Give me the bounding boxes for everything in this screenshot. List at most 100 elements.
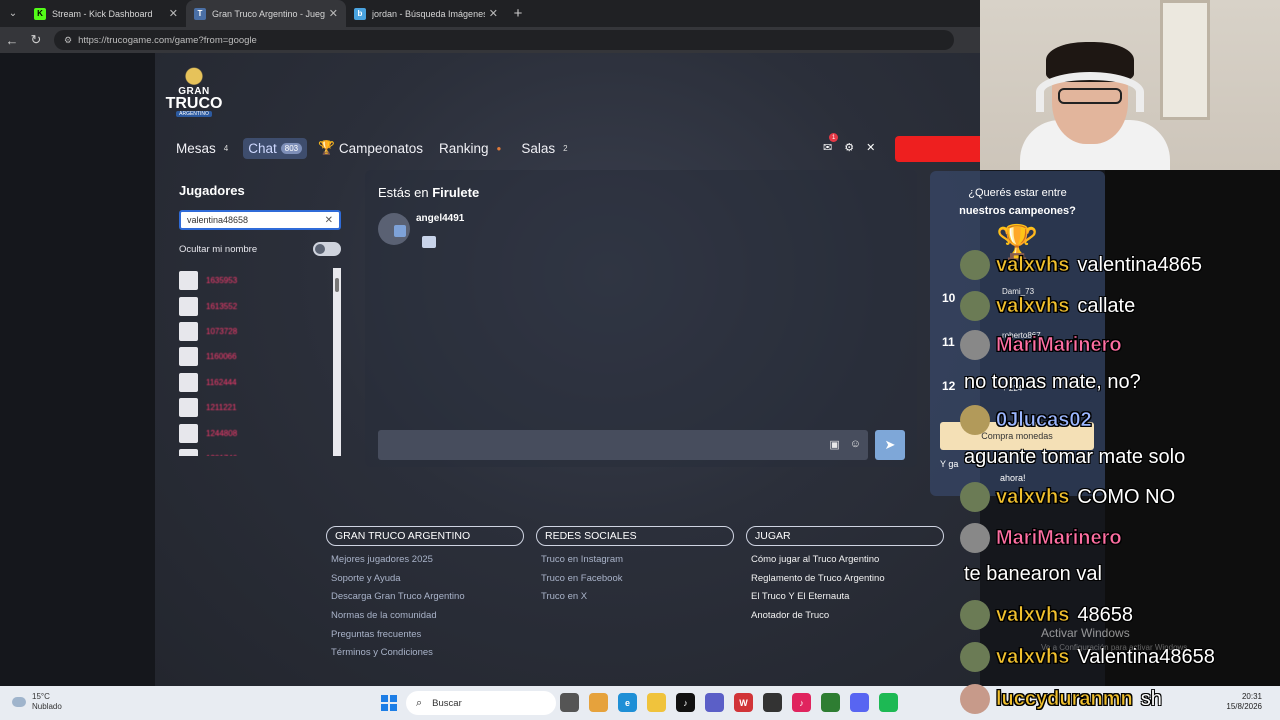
stream-chat-line: valxvhs COMO NO [960, 482, 1175, 512]
footer-link[interactable]: Cómo jugar al Truco Argentino [751, 554, 944, 573]
list-item[interactable]: 1635953 [179, 268, 341, 293]
nav-mesas[interactable]: Mesas 4 [171, 138, 237, 159]
text-format-icon[interactable]: ▣ [829, 438, 839, 451]
edge-icon[interactable]: e [618, 693, 637, 712]
wps-icon[interactable]: W [734, 693, 753, 712]
list-item[interactable]: 1244808 [179, 420, 341, 445]
list-item[interactable]: 1160066 [179, 344, 341, 369]
teams-icon[interactable] [705, 693, 724, 712]
emoji-icon[interactable]: ☺ [850, 438, 861, 451]
url-text: https://trucogame.com/game?from=google [78, 34, 257, 46]
nav-ranking[interactable]: Ranking ● [434, 138, 510, 159]
tab-search-icon[interactable]: ⌄ [0, 0, 26, 27]
promo-text: Y ga [940, 459, 959, 469]
footer-link[interactable]: Términos y Condiciones [331, 647, 524, 666]
weather-widget[interactable]: 15°C Nublado [12, 692, 62, 712]
discord-icon[interactable] [850, 693, 869, 712]
footer-link[interactable]: Truco en Instagram [541, 554, 734, 573]
avatar [179, 448, 198, 456]
scrollbar-thumb[interactable] [335, 278, 339, 292]
windows-start-icon[interactable] [381, 695, 397, 711]
avatar [179, 372, 198, 392]
mail-icon[interactable]: ✉ 1 [823, 133, 839, 154]
question-bold: nuestros campeones? [959, 205, 1076, 217]
account-button[interactable] [895, 136, 980, 162]
avatar [960, 523, 990, 553]
fullscreen-icon[interactable]: ✕ [866, 141, 875, 154]
room-prefix: Estás en [378, 185, 429, 200]
chat-input[interactable] [378, 430, 868, 460]
windows-activation-watermark: Activar Windows [1041, 626, 1130, 640]
nav-salas[interactable]: Salas 2 [516, 138, 576, 159]
nav-chat[interactable]: Chat 803 [243, 137, 308, 159]
reload-icon[interactable]: ↻ [24, 32, 48, 48]
chat-message: angel4491 [378, 213, 464, 248]
footer-link[interactable]: Reglamento de Truco Argentino [751, 573, 944, 592]
url-field[interactable]: ⚙ https://trucogame.com/game?from=google [54, 30, 954, 50]
gear-icon[interactable]: ⚙ [844, 141, 854, 154]
hide-name-toggle[interactable] [313, 242, 341, 256]
stream-chat-line: 0Jlucas02 [960, 405, 1100, 435]
footer-link[interactable]: Truco en Facebook [541, 573, 734, 592]
back-icon[interactable]: ← [0, 33, 24, 48]
chat-tools: ▣ ☺ [829, 438, 861, 451]
list-item[interactable]: 1162444 [179, 370, 341, 395]
list-item[interactable]: 1301746 [179, 446, 341, 456]
chat-panel: Estás en Firulete angel4491 ▣ ☺ ➤ [365, 170, 917, 467]
trophy-icon: 🏆 [318, 140, 335, 155]
clear-icon[interactable]: ✕ [325, 215, 333, 226]
copilot-icon[interactable] [589, 693, 608, 712]
player-search-input[interactable]: valentina48658 ✕ [179, 210, 341, 230]
player-list-scrollbar[interactable] [333, 268, 341, 456]
room-name: Firulete [432, 185, 480, 200]
weather-text: 15°C Nublado [32, 692, 62, 712]
nav-label: Ranking [438, 140, 489, 156]
footer-link[interactable]: Truco en X [541, 591, 734, 610]
site-info-icon[interactable]: ⚙ [64, 35, 72, 46]
gift-icon [394, 225, 406, 237]
header-icons: ✉ 1 ⚙ ✕ [823, 133, 875, 154]
task-view-icon[interactable] [560, 693, 579, 712]
footer-link[interactable]: Mejores jugadores 2025 [331, 554, 524, 573]
footer-link[interactable]: Descarga Gran Truco Argentino [331, 591, 524, 610]
github-icon[interactable] [763, 693, 782, 712]
close-icon[interactable]: ✕ [489, 7, 498, 20]
tiktok-live-icon[interactable]: ♪ [792, 693, 811, 712]
list-item[interactable]: 1211221 [179, 395, 341, 420]
file-explorer-icon[interactable] [647, 693, 666, 712]
footer-col-gran-truco: GRAN TRUCO ARGENTINO Mejores jugadores 2… [326, 526, 524, 666]
spotify-icon[interactable] [879, 693, 898, 712]
nav-campeonatos[interactable]: 🏆 Campeonatos [313, 137, 428, 159]
site-logo[interactable]: GRAN TRUCO ARGENTINO [166, 65, 222, 121]
stream-chat-line: aguante tomar mate solo [964, 446, 1185, 469]
avatar[interactable] [378, 213, 410, 245]
stream-chat-line: valxvhs valentina4865 [960, 250, 1202, 280]
system-clock[interactable]: 20:31 15/8/2026 [1226, 692, 1262, 712]
footer-link[interactable]: Preguntas frecuentes [331, 629, 524, 648]
nav-badge: 803 [280, 142, 303, 154]
address-bar: ← ↻ ⚙ https://trucogame.com/game?from=go… [0, 27, 980, 53]
tab-kick-dashboard[interactable]: K Stream - Kick Dashboard ✕ [26, 0, 186, 27]
close-icon[interactable]: ✕ [169, 7, 178, 20]
tab-jordan-search[interactable]: b jordan - Búsqueda Imágenes ✕ [346, 0, 506, 27]
close-icon[interactable]: ✕ [329, 7, 338, 20]
taskbar-search[interactable]: ⌕ Buscar [406, 691, 556, 715]
main-nav: Mesas 4 Chat 803 🏆 Campeonatos Ranking ●… [171, 137, 577, 159]
chat-text: sh [1140, 687, 1162, 710]
list-item[interactable]: 1613552 [179, 293, 341, 318]
send-button[interactable]: ➤ [875, 430, 905, 460]
footer-link[interactable]: Normas de la comunidad [331, 610, 524, 629]
tab-gran-truco[interactable]: T Gran Truco Argentino - Juego Onl ✕ [186, 0, 346, 27]
list-item[interactable]: 1073728 [179, 319, 341, 344]
notification-badge: 1 [829, 133, 839, 142]
sheets-icon[interactable] [821, 693, 840, 712]
room-heading: Estás en Firulete [378, 185, 479, 200]
tiktok-icon[interactable]: ♪ [676, 693, 695, 712]
chat-text: no tomas mate, no? [964, 371, 1141, 393]
chat-text: aguante tomar mate solo [964, 446, 1186, 468]
footer-link[interactable]: El Truco Y El Eternauta [751, 591, 944, 610]
footer-link[interactable]: Soporte y Ayuda [331, 573, 524, 592]
footer-link[interactable]: Anotador de Truco [751, 610, 944, 629]
new-tab-icon[interactable]: + [506, 0, 530, 27]
hide-name-row: Ocultar mi nombre [179, 242, 341, 256]
